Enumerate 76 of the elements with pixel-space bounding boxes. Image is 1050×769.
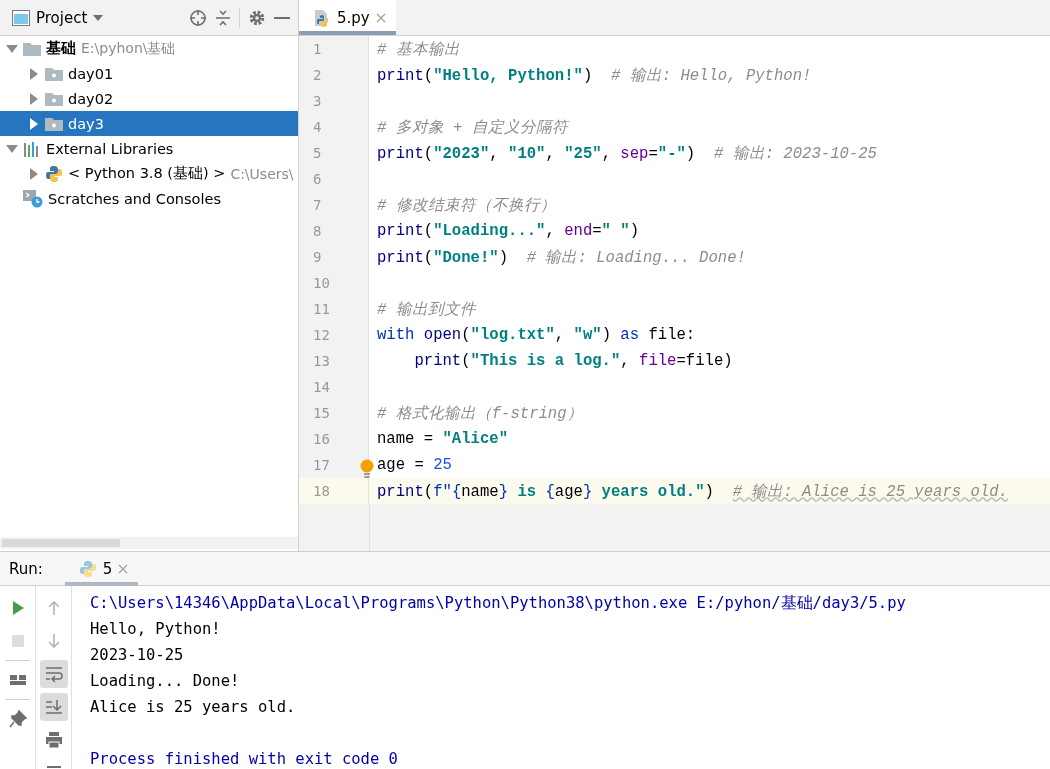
line-number: 8 — [299, 218, 369, 244]
code-line: # 基本输出 — [377, 40, 460, 59]
line-number: 3 — [299, 88, 369, 114]
collapse-arrow-icon[interactable] — [28, 92, 40, 105]
panel-label: Run: — [9, 559, 43, 578]
line-number: 5 — [299, 140, 369, 166]
console-line: C:\Users\14346\AppData\Local\Programs\Python\Python38\python.exe E:/pyhon/基础/day3/5.py — [90, 593, 906, 614]
python-icon — [45, 164, 63, 183]
run-tab[interactable]: 5 — [64, 551, 139, 586]
path-hint: C:\Users\ — [230, 165, 294, 182]
collapse-arrow-icon[interactable] — [28, 117, 40, 130]
line-number: 12 — [299, 322, 369, 348]
collapse-arrow-icon[interactable] — [28, 67, 40, 80]
folder-icon — [45, 91, 63, 106]
line-number: 17 — [299, 452, 369, 478]
close-icon[interactable] — [375, 12, 386, 23]
tree-item[interactable]: External Libraries — [0, 136, 298, 161]
expand-arrow-icon[interactable] — [6, 42, 18, 55]
code-line: # 格式化输出（f-string） — [377, 404, 583, 423]
line-number: 14 — [299, 374, 369, 400]
expand-arrow-icon[interactable] — [6, 142, 18, 155]
collapse-arrow-icon[interactable] — [28, 167, 40, 180]
collapse-all-icon[interactable] — [215, 8, 231, 27]
close-icon[interactable] — [118, 563, 129, 574]
path-hint: E:\pyhon\基础 — [81, 39, 176, 58]
code-line: print("Done!") # 输出: Loading... Done! — [377, 248, 746, 267]
python-file-icon — [313, 8, 331, 27]
code-line: age = 25 — [377, 456, 452, 474]
tree-item[interactable]: day3 — [0, 111, 298, 136]
console-line: Hello, Python! — [90, 619, 222, 640]
line-number: 13 — [299, 348, 369, 374]
tree-item[interactable]: Scratches and Consoles — [0, 186, 298, 211]
line-number: 16 — [299, 426, 369, 452]
code-line: print(f"{name} is {age} years old.") # 输出: Alice is 25 years old. — [377, 482, 1008, 501]
tree-item[interactable]: < Python 3.8 (基础) > C:\Users\ — [0, 161, 298, 186]
settings-icon[interactable] — [248, 8, 266, 27]
python-icon — [78, 559, 97, 578]
folder-icon — [45, 116, 63, 131]
code-line: # 多对象 + 自定义分隔符 — [377, 118, 568, 137]
tree-item[interactable]: day02 — [0, 86, 298, 111]
console-line: Alice is 25 years old. — [90, 697, 297, 718]
file-tab[interactable]: 5.py — [299, 0, 396, 35]
code-line: print("Loading...", end=" ") — [377, 222, 640, 240]
scrollbar-thumb[interactable] — [2, 539, 120, 547]
line-number: 2 — [299, 62, 369, 88]
tree-item[interactable]: 基础 E:\pyhon\基础 — [0, 36, 298, 61]
dropdown-caret-icon[interactable] — [93, 14, 104, 21]
line-number: 9 — [299, 244, 369, 270]
code-line: # 输出到文件 — [377, 300, 476, 319]
panel-title[interactable]: Project — [36, 8, 88, 27]
console-line: Process finished with exit code 0 — [90, 749, 399, 769]
folder-icon — [45, 66, 63, 81]
code-line: print("This is a log.", file=file) — [413, 352, 733, 370]
scratches-icon — [23, 189, 43, 208]
code-line: with open("log.txt", "w") as file: — [377, 326, 696, 344]
code-line: print("Hello, Python!") # 输出: Hello, Python! — [377, 66, 812, 85]
lightbulb-icon[interactable] — [360, 458, 374, 480]
window-icon — [12, 9, 30, 26]
code-line: print("2023", "10", "25", sep="-") # 输出: 2023-10-25 — [377, 144, 877, 163]
locate-icon[interactable] — [189, 8, 207, 27]
tree-item[interactable]: day01 — [0, 61, 298, 86]
line-number: 6 — [299, 166, 369, 192]
line-number: 15 — [299, 400, 369, 426]
console-line: Loading... Done! — [90, 671, 241, 692]
code-line: # 修改结束符（不换行） — [377, 196, 556, 215]
line-number: 1 — [299, 36, 369, 62]
soft-wrap-icon[interactable] — [39, 660, 68, 688]
console-line: 2023-10-25 — [90, 645, 185, 666]
line-number: 11 — [299, 296, 369, 322]
line-number: 7 — [299, 192, 369, 218]
libraries-icon — [23, 140, 41, 157]
code-line: name = "Alice" — [377, 430, 509, 448]
line-number: 4 — [299, 114, 369, 140]
folder-icon — [23, 41, 41, 56]
line-number: 10 — [299, 270, 369, 296]
scroll-to-end-icon[interactable] — [39, 693, 68, 721]
